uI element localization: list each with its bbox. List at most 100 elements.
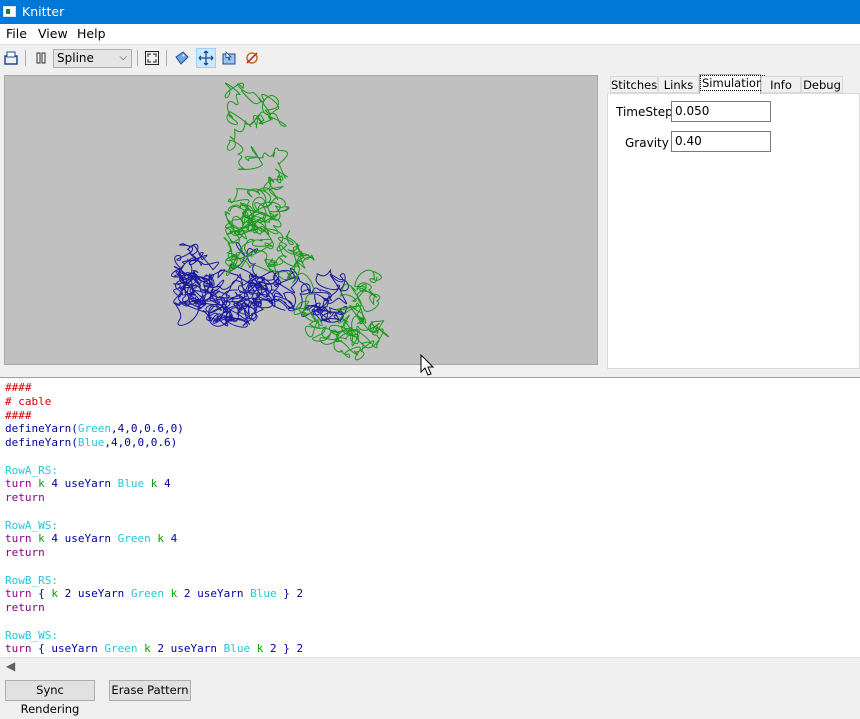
code-line: # cable — [5, 395, 303, 409]
no-physics-icon[interactable] — [242, 48, 262, 68]
tab-bar: Stitches Links Simulation Info Debug — [607, 74, 860, 95]
tab-simulation-label: Simulation — [700, 75, 766, 91]
pattern-editor[interactable]: #### # cable #### defineYarn(Green,4,0,0.6,… — [0, 377, 860, 658]
yarn-strand — [171, 242, 349, 328]
code-line: return — [5, 601, 303, 615]
code-token: useYarn — [51, 642, 98, 656]
code-token: 4 — [157, 477, 171, 491]
tab-info[interactable]: Info — [761, 76, 801, 93]
tab-simulation[interactable]: Simulation — [699, 74, 766, 94]
render-mode-select[interactable]: Spline ⌵ — [53, 49, 132, 68]
select-icon[interactable] — [219, 48, 239, 68]
tab-stitches-label: Stitches — [611, 78, 658, 92]
code-line: turn k 4 useYarn Green k 4 — [5, 532, 303, 546]
gravity-field[interactable]: 0.40 — [671, 131, 771, 152]
menu-bar: File View Help — [0, 24, 860, 45]
code-line: RowB_RS: — [5, 574, 303, 588]
code-token: { — [31, 642, 52, 656]
code-token: k — [157, 532, 164, 546]
tab-debug[interactable]: Debug — [801, 76, 843, 93]
code-line: return — [5, 546, 303, 560]
tab-info-label: Info — [770, 78, 792, 92]
code-token: Blue — [223, 642, 251, 656]
code-token: } 2 — [276, 642, 304, 656]
code-token: Green — [77, 422, 111, 436]
code-token: 4 — [163, 532, 178, 546]
tab-stitches[interactable]: Stitches — [610, 76, 658, 93]
menu-file[interactable]: File — [6, 26, 27, 41]
code-line: turn { k 2 useYarn Green k 2 useYarn Blu… — [5, 587, 303, 601]
toolbar-separator — [137, 50, 138, 66]
yarn-render — [171, 82, 390, 361]
code-token: 2 — [150, 642, 171, 656]
open-file-icon[interactable] — [1, 48, 21, 68]
code-line: RowA_WS: — [5, 519, 303, 533]
title-bar: Knitter — [0, 0, 860, 24]
pattern-code: #### # cable #### defineYarn(Green,4,0,0.6,… — [5, 381, 303, 656]
sync-rendering-button[interactable]: Sync Rendering — [5, 680, 95, 716]
tab-links[interactable]: Links — [658, 76, 699, 93]
render-mode-value: Spline — [57, 51, 94, 65]
code-line: RowA_RS: — [5, 464, 303, 478]
erase-pattern-button[interactable]: Erase Pattern — [109, 680, 191, 701]
timestep-label: TimeStep — [616, 105, 673, 119]
code-token: useYarn — [64, 477, 111, 491]
mouse-cursor-icon — [420, 354, 434, 376]
code-token: 2 — [177, 587, 198, 601]
code-token: k — [51, 587, 58, 601]
window-title: Knitter — [22, 4, 65, 19]
code-token: defineYarn — [5, 422, 72, 436]
code-line: return — [5, 491, 303, 505]
code-token: Blue — [250, 587, 277, 601]
code-token: RowA_RS: — [5, 463, 58, 477]
code-line: #### — [5, 381, 303, 395]
code-token: Blue — [117, 477, 145, 491]
code-token: useYarn — [77, 587, 125, 601]
code-token: # cable — [5, 394, 52, 408]
code-token: #### — [5, 381, 32, 394]
horizontal-scrollbar[interactable]: ◀ — [0, 657, 860, 675]
code-token: RowB_WS: — [5, 628, 58, 642]
tab-debug-label: Debug — [803, 78, 841, 92]
pause-icon[interactable] — [31, 48, 51, 68]
timestep-field[interactable]: 0.050 — [671, 101, 771, 122]
code-token: { — [31, 587, 52, 601]
code-token: RowB_RS: — [5, 573, 58, 587]
code-token: 2 — [263, 642, 277, 656]
code-token: Green — [117, 532, 151, 546]
code-token: ,4,0,0,0.6) — [104, 436, 178, 449]
scroll-left-icon[interactable]: ◀ — [6, 659, 15, 673]
toolbar-separator — [166, 50, 167, 66]
code-line: #### — [5, 409, 303, 423]
move-icon[interactable] — [196, 48, 216, 68]
code-token: 4 — [44, 477, 65, 491]
code-token: defineYarn — [5, 436, 72, 449]
code-token: k — [144, 642, 151, 656]
code-token: return — [5, 546, 45, 559]
app-icon — [3, 6, 16, 17]
code-token: k — [38, 477, 45, 491]
code-token: Green — [130, 587, 164, 601]
code-token: RowA_WS: — [5, 518, 58, 532]
code-token: 2 — [58, 587, 78, 601]
code-token: #### — [5, 408, 32, 422]
tag-icon[interactable] — [172, 48, 192, 68]
menu-view[interactable]: View — [38, 26, 68, 41]
fit-view-icon[interactable] — [142, 48, 162, 68]
code-token: return — [5, 601, 45, 614]
code-token: } 2 — [276, 587, 304, 601]
chevron-down-icon: ⌵ — [119, 52, 127, 63]
simulation-viewport[interactable] — [4, 75, 598, 365]
toolbar-separator — [25, 50, 26, 66]
tab-links-label: Links — [663, 78, 694, 92]
menu-help[interactable]: Help — [77, 26, 106, 41]
code-line: turn k 4 useYarn Blue k 4 — [5, 477, 303, 491]
code-token: turn — [5, 477, 32, 491]
code-token: ,4,0,0.6,0) — [110, 422, 184, 436]
code-token: turn — [5, 532, 32, 546]
